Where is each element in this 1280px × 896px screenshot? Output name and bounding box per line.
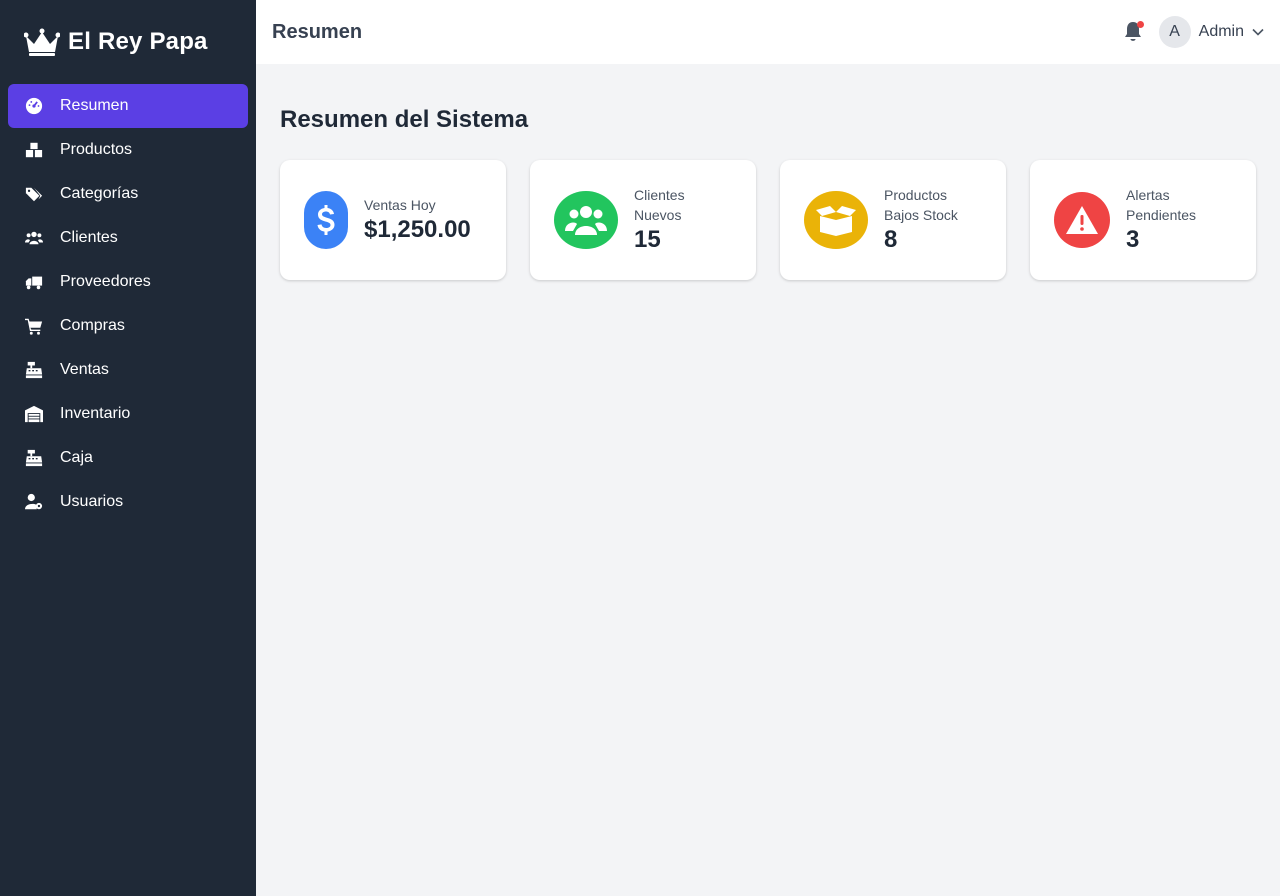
sidebar-item-productos[interactable]: Productos — [8, 128, 248, 172]
stat-text: Alertas Pendientes 3 — [1126, 185, 1232, 255]
stat-card-clientes-nuevos: Clientes Nuevos 15 — [530, 160, 756, 280]
stat-value: 15 — [634, 226, 661, 253]
avatar: A — [1158, 16, 1191, 48]
user-menu[interactable]: A Admin — [1158, 16, 1264, 48]
sidebar-item-resumen[interactable]: Resumen — [8, 84, 248, 128]
brand-name: El Rey Papa — [68, 28, 208, 55]
stat-value: 8 — [884, 226, 898, 253]
boxes-icon — [24, 140, 44, 160]
sidebar-item-compras[interactable]: Compras — [8, 304, 248, 348]
page-title: Resumen — [272, 20, 363, 43]
stat-value: $1,250.00 — [364, 216, 471, 243]
stat-label: Alertas Pendientes — [1126, 187, 1197, 223]
dashboard-icon — [24, 96, 44, 116]
sidebar-item-label: Productos — [60, 141, 133, 158]
sidebar-item-label: Proveedores — [60, 273, 151, 290]
notifications-button[interactable] — [1123, 21, 1145, 43]
user-gear-icon — [24, 492, 44, 512]
sidebar-item-label: Compras — [60, 317, 125, 334]
section-title: Resumen del Sistema — [280, 106, 529, 133]
users-icon — [554, 191, 618, 249]
sidebar-item-label: Resumen — [60, 97, 129, 114]
crown-icon — [24, 28, 60, 56]
notification-dot — [1136, 21, 1144, 28]
main-content: Resumen del Sistema Ventas Hoy $1,250.00… — [256, 64, 1280, 896]
cash-register-icon — [24, 360, 44, 380]
truck-icon — [24, 272, 44, 292]
stat-label: Ventas Hoy — [364, 197, 436, 213]
sidebar-item-label: Clientes — [60, 229, 118, 246]
sidebar-item-inventario[interactable]: Inventario — [8, 392, 248, 436]
header-actions: A Admin — [1123, 16, 1264, 48]
top-header: Resumen A Admin — [256, 0, 1280, 64]
sidebar-nav: Resumen Productos Categorías Clientes Pr… — [0, 84, 256, 524]
sidebar-item-ventas[interactable]: Ventas — [8, 348, 248, 392]
stat-value: 3 — [1126, 226, 1140, 253]
sidebar-item-label: Ventas — [60, 361, 109, 378]
dollar-icon — [304, 191, 348, 249]
sidebar-item-label: Categorías — [60, 185, 139, 202]
cart-icon — [24, 316, 44, 336]
stat-label: Productos Bajos Stock — [884, 187, 958, 223]
sidebar-item-caja[interactable]: Caja — [8, 436, 248, 480]
sidebar-item-label: Caja — [60, 449, 93, 466]
stat-card-alertas-pendientes: Alertas Pendientes 3 — [1030, 160, 1256, 280]
sidebar: El Rey Papa Resumen Productos Categorías… — [0, 0, 256, 896]
stat-text: Clientes Nuevos 15 — [634, 185, 732, 255]
stats-cards: Ventas Hoy $1,250.00 Clientes Nuevos 15 … — [280, 160, 1256, 280]
user-name: Admin — [1198, 23, 1244, 40]
tags-icon — [24, 184, 44, 204]
sidebar-item-clientes[interactable]: Clientes — [8, 216, 248, 260]
stat-text: Productos Bajos Stock 8 — [884, 185, 982, 255]
sidebar-item-label: Usuarios — [60, 493, 124, 510]
stat-card-productos-bajos-stock: Productos Bajos Stock 8 — [780, 160, 1006, 280]
stat-text: Ventas Hoy $1,250.00 — [364, 195, 471, 245]
stat-label: Clientes Nuevos — [634, 187, 685, 223]
users-icon — [24, 228, 44, 248]
sidebar-item-categorias[interactable]: Categorías — [8, 172, 248, 216]
warehouse-icon — [24, 404, 44, 424]
cash-register-icon — [24, 448, 44, 468]
brand-logo[interactable]: El Rey Papa — [0, 0, 256, 84]
chevron-down-icon — [1252, 23, 1264, 41]
sidebar-item-proveedores[interactable]: Proveedores — [8, 260, 248, 304]
sidebar-item-usuarios[interactable]: Usuarios — [8, 480, 248, 524]
sidebar-item-label: Inventario — [60, 405, 131, 422]
box-open-icon — [804, 191, 868, 249]
stat-card-ventas-hoy: Ventas Hoy $1,250.00 — [280, 160, 506, 280]
warning-icon — [1054, 192, 1110, 248]
